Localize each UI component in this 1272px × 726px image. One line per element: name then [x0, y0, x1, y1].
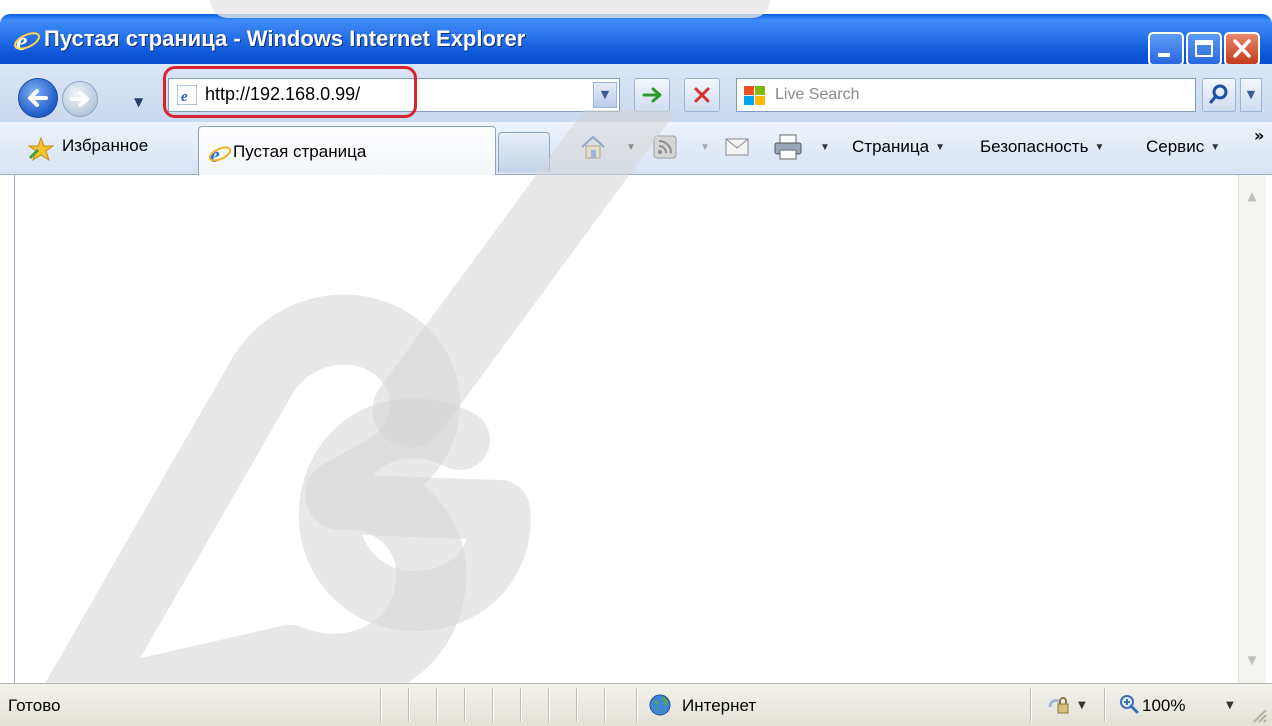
- scroll-up-arrow-icon[interactable]: ▲: [1242, 185, 1262, 207]
- live-search-logo-icon: [744, 86, 765, 105]
- status-divider: [604, 688, 605, 722]
- status-divider: [636, 688, 637, 722]
- title-bar: e Пустая страница - Windows Internet Exp…: [0, 14, 1272, 66]
- page-content[interactable]: [14, 175, 1239, 683]
- status-divider: [1030, 688, 1031, 722]
- home-icon[interactable]: [578, 132, 608, 162]
- address-highlight-outline: [163, 66, 417, 118]
- search-button[interactable]: [1202, 78, 1236, 112]
- protected-mode-icon[interactable]: [1046, 693, 1074, 717]
- zoom-icon[interactable]: [1118, 693, 1140, 715]
- close-icon: [1233, 39, 1251, 58]
- status-text: Готово: [8, 696, 61, 715]
- scroll-down-arrow-icon[interactable]: ▼: [1242, 649, 1262, 671]
- new-tab-button[interactable]: [498, 132, 550, 172]
- zoom-dropdown-icon[interactable]: ▼: [1226, 700, 1234, 711]
- status-divider: [380, 688, 381, 722]
- status-divider: [408, 688, 409, 722]
- maximize-button[interactable]: [1186, 32, 1222, 66]
- status-divider: [492, 688, 493, 722]
- watermark-top-arc: [210, 0, 770, 18]
- window-title: Пустая страница - Windows Internet Explo…: [44, 26, 526, 51]
- tab-command-bar: Избранное e Пустая страница ▼ ▼ ▼ Страни…: [0, 122, 1272, 175]
- status-divider: [1104, 688, 1105, 722]
- search-placeholder: Live Search: [775, 86, 860, 103]
- security-zone-label[interactable]: Интернет: [682, 696, 756, 716]
- safety-menu[interactable]: Безопасность ▼: [980, 132, 1104, 162]
- ie-tab-icon: e: [208, 142, 232, 165]
- protected-mode-dropdown-icon[interactable]: ▼: [1078, 700, 1086, 711]
- favorites-button[interactable]: Избранное: [62, 136, 148, 156]
- zoom-level[interactable]: 100%: [1142, 696, 1185, 716]
- status-divider: [548, 688, 549, 722]
- recent-pages-dropdown-icon[interactable]: ▼: [134, 95, 143, 109]
- status-divider: [464, 688, 465, 722]
- feeds-icon[interactable]: [652, 134, 678, 160]
- minimize-icon: [1158, 53, 1170, 57]
- go-arrow-icon: [642, 87, 662, 103]
- print-dropdown-icon[interactable]: ▼: [814, 132, 830, 162]
- status-divider: [520, 688, 521, 722]
- back-button[interactable]: [18, 78, 58, 118]
- status-divider: [436, 688, 437, 722]
- resize-grip-icon[interactable]: [1250, 706, 1268, 724]
- tab-blank-page[interactable]: e Пустая страница: [198, 126, 496, 175]
- back-arrow-icon: [28, 89, 48, 107]
- magnifier-icon: [1209, 84, 1228, 104]
- mail-icon[interactable]: [724, 135, 750, 159]
- search-options-dropdown[interactable]: ▼: [1240, 78, 1262, 112]
- vertical-scrollbar[interactable]: ▲ ▼: [1238, 175, 1266, 683]
- stop-icon: [694, 87, 710, 103]
- maximize-icon: [1195, 40, 1213, 57]
- go-button[interactable]: [634, 78, 670, 112]
- forward-button[interactable]: [62, 81, 98, 117]
- home-dropdown-icon[interactable]: ▼: [620, 132, 636, 162]
- feeds-dropdown-icon[interactable]: ▼: [694, 132, 710, 162]
- minimize-button[interactable]: [1148, 32, 1184, 66]
- address-dropdown-button[interactable]: ▼: [593, 82, 617, 108]
- page-menu[interactable]: Страница ▼: [852, 132, 945, 162]
- tools-menu[interactable]: Сервис ▼: [1146, 132, 1220, 162]
- globe-icon: [649, 694, 671, 716]
- stop-button[interactable]: [684, 78, 720, 112]
- ie-window: e Пустая страница - Windows Internet Exp…: [0, 0, 1272, 726]
- status-bar: Готово Интернет ▼ 100% ▼: [0, 683, 1272, 726]
- status-divider: [576, 688, 577, 722]
- print-icon[interactable]: [772, 132, 804, 162]
- close-button[interactable]: [1224, 32, 1260, 66]
- ie-logo-icon: e: [13, 27, 41, 54]
- search-field[interactable]: Live Search: [736, 78, 1196, 112]
- tab-label: Пустая страница: [233, 142, 367, 161]
- toolbar-overflow-chevron[interactable]: »: [1254, 126, 1264, 145]
- favorites-star-icon[interactable]: [28, 136, 54, 162]
- forward-arrow-icon: [70, 91, 89, 107]
